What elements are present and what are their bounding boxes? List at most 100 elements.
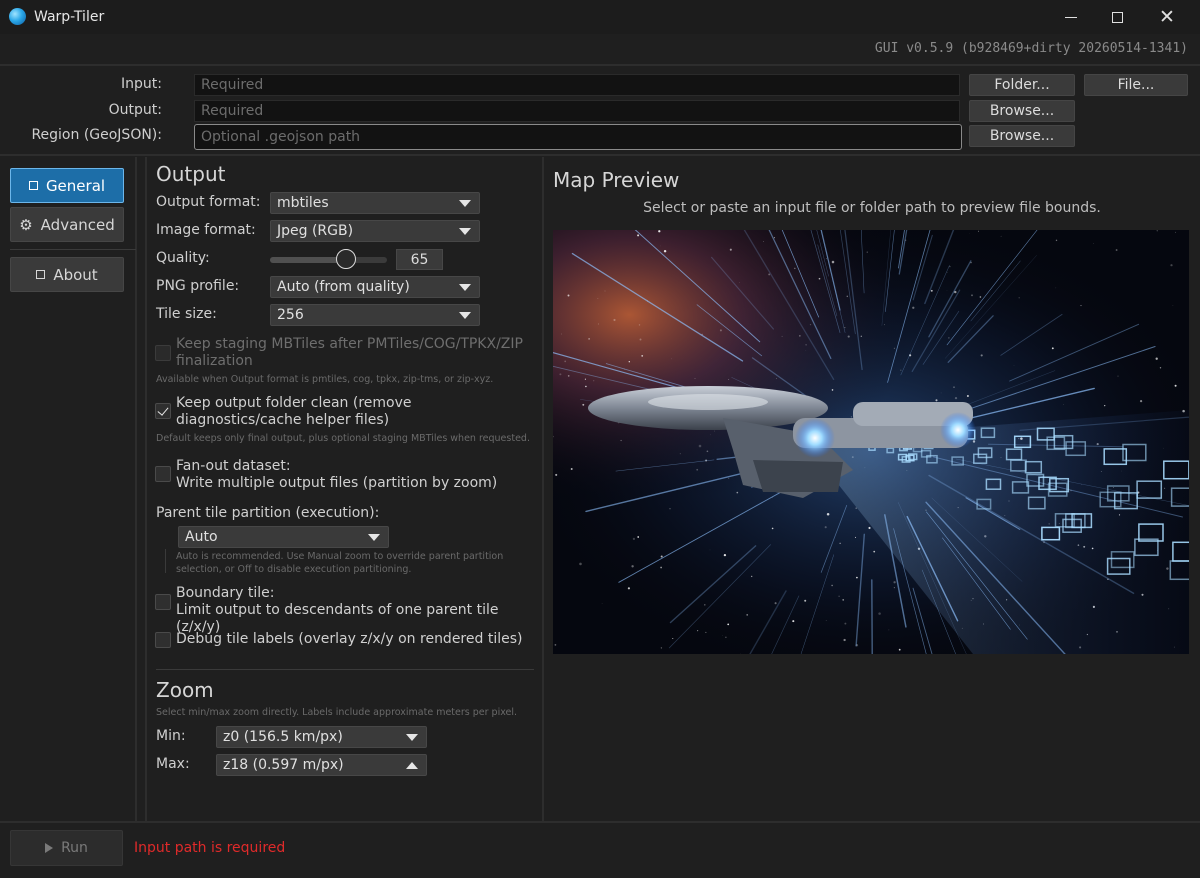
sidebar-item-advanced[interactable]: ⚙ Advanced [10, 207, 124, 242]
quality-slider-fill [270, 257, 347, 263]
star [818, 277, 821, 280]
star [826, 258, 827, 259]
validation-error: Input path is required [134, 840, 286, 856]
map-preview-image [553, 230, 1189, 654]
window-title: Warp-Tiler [34, 9, 105, 25]
sidebar-item-general[interactable]: General [10, 168, 124, 203]
star [694, 378, 696, 379]
tile-size-value: 256 [277, 307, 304, 323]
version-label: GUI v0.5.9 (b928469+dirty 20260514-1341) [874, 41, 1188, 56]
fanout-label: Fan-out dataset: [176, 458, 291, 474]
map-preview-panel: Map Preview Select or paste an input fil… [544, 157, 1200, 821]
star [893, 581, 896, 584]
keep-staging-checkbox[interactable] [155, 345, 171, 361]
app-logo-icon [9, 8, 26, 25]
star [736, 491, 739, 494]
input-file-button[interactable]: File... [1084, 74, 1188, 96]
star [838, 595, 840, 597]
star [792, 620, 795, 623]
zoom-max-label: Max: [156, 756, 190, 772]
star [697, 630, 699, 632]
star [948, 337, 950, 339]
sidebar-item-about[interactable]: About [10, 257, 124, 292]
keep-clean-checkbox[interactable] [155, 403, 171, 419]
input-path-field[interactable] [194, 74, 960, 96]
image-format-select[interactable]: Jpeg (RGB) [270, 220, 480, 242]
star [593, 380, 595, 382]
star [1175, 231, 1177, 233]
close-button[interactable]: ✕ [1143, 0, 1191, 34]
star [843, 638, 846, 642]
general-settings-panel: Output Output format: mbtiles Image form… [147, 157, 542, 821]
fanout-description: Write multiple output files (partition b… [176, 475, 498, 491]
png-profile-value: Auto (from quality) [277, 279, 410, 295]
star [771, 527, 774, 530]
star [1170, 264, 1173, 267]
star [1063, 404, 1064, 405]
region-browse-button[interactable]: Browse... [969, 125, 1075, 147]
star [554, 644, 557, 646]
keep-clean-hint: Default keeps only final output, plus op… [156, 433, 530, 444]
png-profile-select[interactable]: Auto (from quality) [270, 276, 480, 298]
quality-label: Quality: [156, 250, 210, 266]
input-label: Input: [121, 76, 162, 92]
parent-partition-select[interactable]: Auto [178, 526, 389, 548]
star [1172, 305, 1174, 306]
run-button[interactable]: Run [10, 830, 123, 866]
boundary-tile-checkbox[interactable] [155, 594, 171, 610]
png-profile-label: PNG profile: [156, 278, 240, 294]
star [979, 296, 982, 298]
star [953, 386, 955, 388]
star [570, 468, 573, 470]
star [930, 289, 933, 292]
star [855, 507, 857, 509]
zoom-min-label: Min: [156, 728, 186, 744]
star [1080, 305, 1082, 307]
star [842, 599, 845, 601]
quality-slider[interactable] [270, 257, 387, 263]
star [660, 555, 663, 558]
quality-number-field[interactable]: 65 [396, 249, 443, 270]
star [940, 392, 942, 394]
output-browse-button[interactable]: Browse... [969, 100, 1075, 122]
debug-labels-checkbox[interactable] [155, 632, 171, 648]
star [824, 526, 827, 529]
star [799, 335, 801, 337]
maximize-button[interactable] [1093, 0, 1141, 34]
star [878, 612, 881, 615]
zoom-min-select[interactable]: z0 (156.5 km/px) [216, 726, 427, 748]
star [935, 399, 938, 402]
star [774, 602, 777, 605]
sidebar-item-label: About [53, 265, 98, 284]
star [912, 306, 915, 309]
star [763, 241, 764, 242]
star [847, 335, 850, 338]
star [868, 526, 871, 530]
star [660, 566, 662, 569]
fanout-checkbox[interactable] [155, 466, 171, 482]
sidebar-item-label: Advanced [40, 215, 115, 234]
chevron-up-icon [406, 762, 418, 769]
star [705, 631, 707, 633]
region-path-field[interactable] [194, 124, 962, 150]
star [604, 290, 606, 292]
star [638, 324, 641, 326]
chevron-down-icon [459, 200, 471, 207]
quality-slider-handle[interactable] [336, 249, 357, 269]
minimize-icon [1065, 16, 1077, 18]
star [663, 249, 667, 253]
zoom-max-select[interactable]: z18 (0.597 m/px) [216, 754, 427, 776]
tile-size-select[interactable]: 256 [270, 304, 480, 326]
zoom-min-value: z0 (156.5 km/px) [223, 729, 343, 745]
star [709, 549, 711, 551]
star [660, 647, 663, 649]
star [669, 508, 671, 510]
star [588, 338, 590, 340]
output-format-select[interactable]: mbtiles [270, 192, 480, 214]
minimize-button[interactable] [1047, 0, 1095, 34]
chevron-down-icon [406, 734, 418, 741]
star [831, 584, 833, 587]
output-path-field[interactable] [194, 100, 960, 122]
input-folder-button[interactable]: Folder... [969, 74, 1075, 96]
star [980, 354, 983, 357]
